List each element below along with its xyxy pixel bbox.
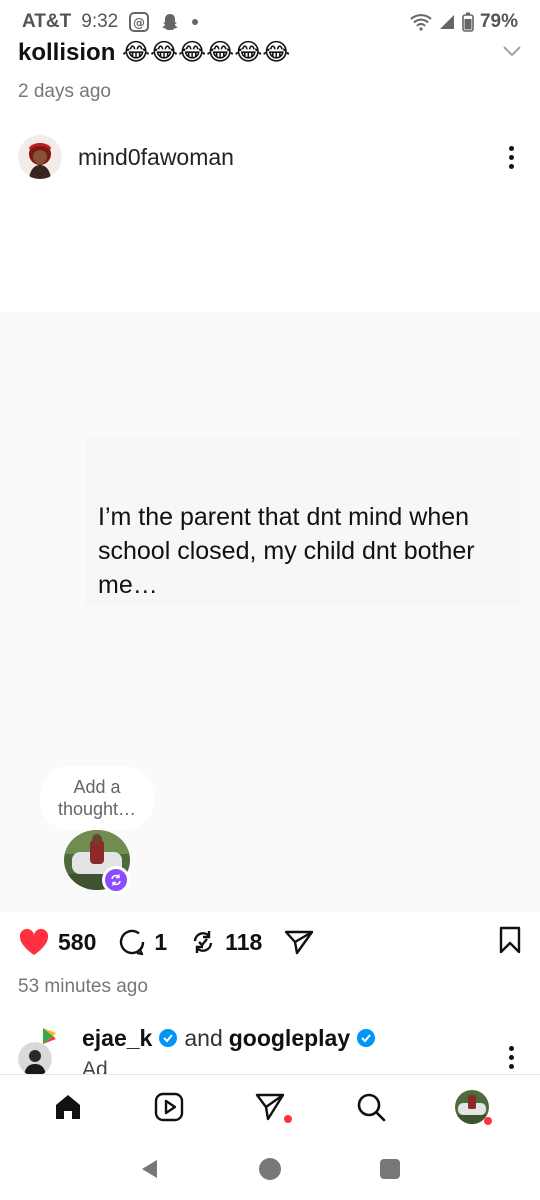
ad-brand-name[interactable]: googleplay [229, 1022, 350, 1054]
like-count: 580 [58, 928, 97, 955]
profile-notification-dot [483, 1116, 492, 1125]
author-username[interactable]: mind0fawoman [78, 144, 234, 171]
bookmark-icon [499, 926, 521, 953]
next-post-usernames: ejae_k and googleplay [82, 1022, 376, 1054]
and-label: and [184, 1025, 223, 1051]
post-text-card: I’m the parent that dnt mind when school… [86, 436, 520, 606]
system-navigation-bar [0, 1138, 540, 1200]
tab-profile[interactable] [442, 1079, 502, 1135]
battery-icon [462, 12, 474, 32]
next-post[interactable]: ejae_k and googleplay Ad [18, 1022, 522, 1074]
carrier-label: AT&T [22, 11, 72, 32]
svg-text:@: @ [133, 16, 145, 30]
bottom-tab-bar [0, 1074, 540, 1138]
post-author-row: mind0fawoman [18, 135, 522, 179]
tab-search[interactable] [341, 1079, 401, 1135]
chevron-down-icon[interactable] [502, 44, 522, 62]
tab-messages[interactable] [240, 1079, 300, 1135]
bookmark-button[interactable] [498, 926, 522, 959]
back-icon[interactable] [130, 1149, 170, 1189]
reply-button[interactable]: 1 [118, 928, 167, 956]
page-title: kollision 😂😂😂😂😂😂 [18, 39, 291, 66]
send-icon [255, 1093, 285, 1120]
header-timestamp: 2 days ago [18, 81, 111, 102]
status-right: 79% [410, 11, 518, 33]
messages-notification-dot [283, 1114, 292, 1123]
status-left: AT&T 9:32 @ [22, 11, 200, 33]
reply-count: 1 [154, 928, 168, 955]
verified-icon [159, 1029, 178, 1047]
post-timestamp: 53 minutes ago [18, 976, 148, 997]
post-header: kollision 😂😂😂😂😂😂 2 days ago [18, 38, 522, 103]
add-thought-bubble[interactable]: Add a thought… [40, 766, 154, 830]
tab-home[interactable] [38, 1079, 98, 1135]
author-avatar[interactable] [18, 135, 62, 179]
repost-button[interactable]: 118 [189, 928, 262, 956]
home-circle-icon[interactable] [250, 1149, 290, 1189]
add-thought-label: Add a thought… [57, 777, 137, 819]
repost-count: 118 [225, 928, 263, 955]
status-time: 9:32 [81, 11, 119, 32]
reels-icon [154, 1092, 184, 1121]
repost-icon [193, 931, 213, 953]
repost-badge-icon [102, 866, 130, 894]
send-icon [285, 930, 314, 955]
wifi-icon [410, 13, 432, 31]
google-play-icon [40, 1026, 60, 1051]
sponsored-label: Ad [82, 1058, 108, 1074]
next-post-more-icon[interactable] [501, 1040, 522, 1074]
threads-notification-icon: @ [128, 11, 150, 33]
comment-icon [120, 929, 145, 956]
header-title-row: kollision 😂😂😂😂😂😂 [18, 38, 522, 67]
more-notifications-dot-icon [190, 17, 200, 27]
home-icon [56, 1094, 81, 1119]
post-media[interactable]: I’m the parent that dnt mind when school… [0, 312, 540, 912]
share-button[interactable] [284, 929, 314, 955]
post-actions: 580 1 118 [18, 920, 522, 964]
like-button[interactable]: 580 [18, 928, 96, 956]
more-options-icon[interactable] [501, 140, 522, 175]
signal-icon [438, 13, 456, 31]
post-text: I’m the parent that dnt mind when school… [98, 503, 475, 599]
tab-reels[interactable] [139, 1079, 199, 1135]
battery-percent: 79% [479, 11, 518, 32]
heart-icon [19, 928, 49, 955]
recents-icon[interactable] [370, 1149, 410, 1189]
snapchat-icon [160, 12, 180, 32]
ad-user-name[interactable]: ejae_k [82, 1022, 152, 1054]
verified-icon [357, 1029, 376, 1047]
search-icon [357, 1093, 386, 1121]
